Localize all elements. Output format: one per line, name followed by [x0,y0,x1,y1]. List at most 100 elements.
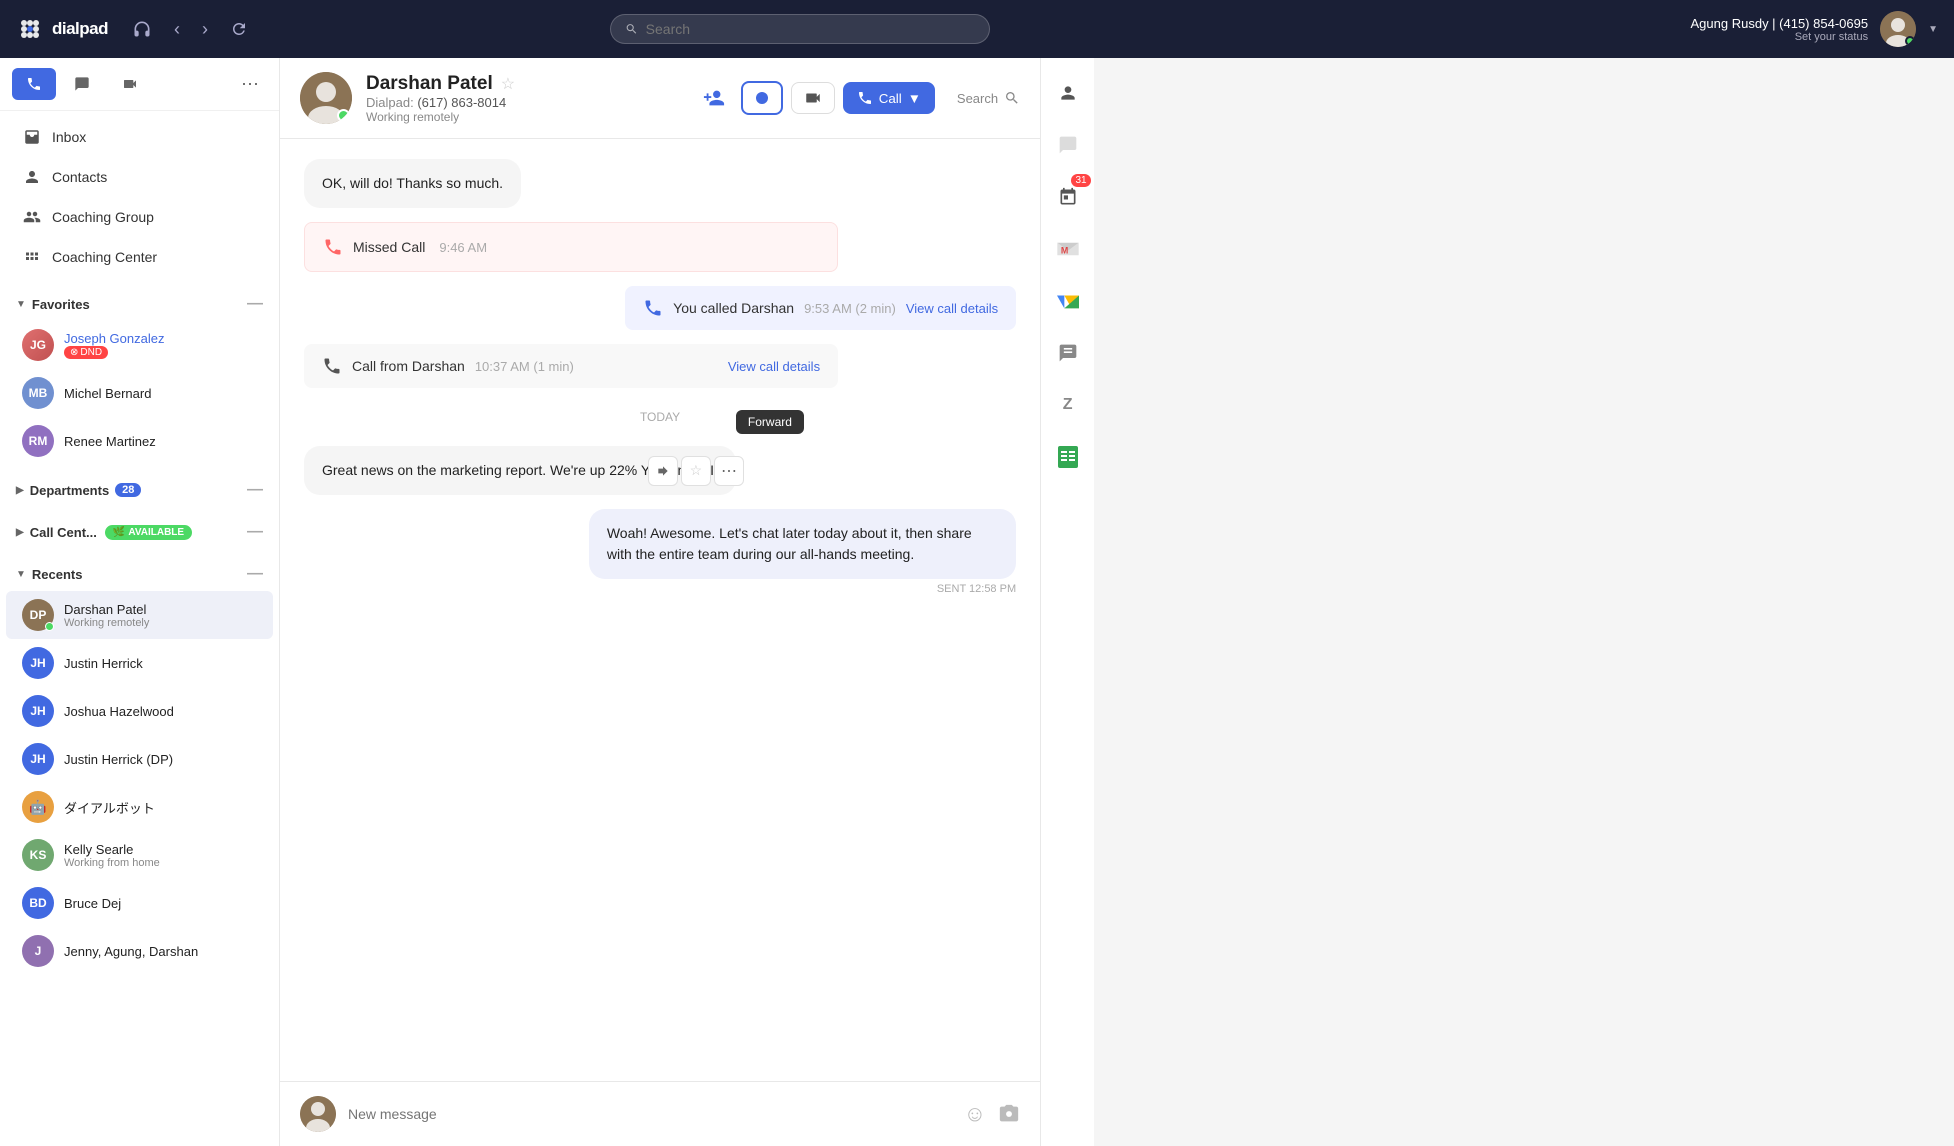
contacts-label: Contacts [52,169,107,185]
headphones-button[interactable] [126,13,158,45]
recents-minus-icon[interactable]: — [247,565,263,582]
tab-video[interactable] [108,68,152,100]
call-center-minus-icon[interactable]: — [247,523,263,541]
contacts-icon [22,167,42,187]
contact-renee-martinez[interactable]: RM Renee Martinez [6,417,273,465]
message-input[interactable] [348,1106,952,1122]
recent-dialbot[interactable]: 🤖 ダイアルボット [6,783,273,831]
recent-name-darshan: Darshan Patel [64,602,257,617]
right-sidebar: 31 M Z [1040,58,1094,1146]
chat-contact-name: Darshan Patel [366,73,493,95]
chat-contact-status: Working remotely [366,110,681,124]
search-icon [625,22,638,36]
avatar-justin-dp: JH [22,743,54,775]
avatar-justin-h: JH [22,647,54,679]
search-bar[interactable] [610,14,990,44]
inbox-icon [22,127,42,147]
recent-jenny-agung-darshan[interactable]: J Jenny, Agung, Darshan [6,927,273,975]
recent-kelly-searle[interactable]: KS Kelly Searle Working from home [6,831,273,879]
view-call-details-out[interactable]: View call details [906,301,998,316]
logo-text: dialpad [52,19,108,39]
call-out-label: You called Darshan [673,300,794,316]
contact-name-renee: Renee Martinez [64,434,257,449]
call-in-label: Call from Darshan [352,358,465,374]
rs-drive-button[interactable] [1049,282,1087,320]
rs-bubble-button[interactable] [1049,126,1087,164]
more-options-button[interactable]: ⋯ [233,70,267,99]
avatar-darshan: DP [22,599,54,631]
record-button[interactable] [741,81,783,115]
video-call-button[interactable] [791,82,835,114]
rs-calendar-button-wrap[interactable]: 31 [1049,178,1087,216]
recent-justin-herrick[interactable]: JH Justin Herrick [6,639,273,687]
chat-contact-avatar [300,72,352,124]
recent-name-jenny: Jenny, Agung, Darshan [64,944,257,959]
contact-michel-bernard[interactable]: MB Michel Bernard [6,369,273,417]
coaching-center-label: Coaching Center [52,249,157,265]
more-message-options-button[interactable]: ⋯ [714,456,744,486]
recent-darshan-patel[interactable]: DP Darshan Patel Working remotely [6,591,273,639]
call-button[interactable]: Call ▼ [843,82,935,114]
rs-zendesk-button[interactable]: Z [1049,386,1087,424]
recents-section-header[interactable]: ▼ Recents — [0,557,279,591]
tab-chat[interactable] [60,68,104,100]
departments-minus-icon[interactable]: — [247,481,263,499]
forward-message-button[interactable] [648,456,678,486]
message-ok-will-do: OK, will do! Thanks so much. [304,159,521,208]
recent-joshua-hazelwood[interactable]: JH Joshua Hazelwood [6,687,273,735]
call-in-icon [322,356,342,376]
recent-name-dialbot: ダイアルボット [64,798,257,817]
favorites-minus-icon[interactable]: — [247,295,263,313]
contact-name-joseph: Joseph Gonzalez [64,331,257,346]
rs-sheets-button[interactable] [1049,438,1087,476]
nav-item-inbox[interactable]: Inbox [6,117,273,157]
rs-person-button[interactable] [1049,74,1087,112]
favorites-section-header[interactable]: ▼ Favorites — [0,287,279,321]
contact-joseph-gonzalez[interactable]: JG Joseph Gonzalez ⊗DND [6,321,273,369]
call-center-section-header[interactable]: ▶ Call Cent... 🌿AVAILABLE — [0,515,279,549]
forward-button[interactable]: › [196,13,214,46]
tab-phone[interactable] [12,68,56,100]
chat-search-action[interactable]: Search [957,90,1020,106]
emoji-button[interactable]: ☺ [964,1101,986,1127]
coaching-center-icon [22,247,42,267]
nav-item-coaching-center[interactable]: Coaching Center [6,237,273,277]
recent-bruce-dej[interactable]: BD Bruce Dej [6,879,273,927]
coaching-group-icon [22,207,42,227]
messages-area: OK, will do! Thanks so much. Missed Call… [280,139,1040,1081]
search-input[interactable] [646,21,975,37]
avatar-joshua: JH [22,695,54,727]
main-chat: Darshan Patel ☆ Dialpad: (617) 863-8014 … [280,58,1040,1146]
refresh-button[interactable] [224,14,254,44]
avatar-bruce: BD [22,887,54,919]
rs-chat-button[interactable] [1049,334,1087,372]
departments-label: Departments [30,483,109,498]
recent-name-justin: Justin Herrick [64,656,257,671]
call-button-label: Call [879,91,902,106]
departments-badge: 28 [115,483,141,497]
calendar-badge: 31 [1071,174,1090,187]
nav-item-contacts[interactable]: Contacts [6,157,273,197]
back-button[interactable]: ‹ [168,13,186,46]
available-badge: 🌿AVAILABLE [105,525,192,540]
user-dropdown-arrow[interactable]: ▼ [1928,24,1938,35]
chat-header-actions: Call ▼ [695,79,935,117]
view-call-details-in[interactable]: View call details [728,359,820,374]
missed-call-time: 9:46 AM [439,240,487,255]
recent-sub-darshan: Working remotely [64,617,257,629]
rs-gmail-button[interactable]: M [1049,230,1087,268]
departments-section-header[interactable]: ▶ Departments 28 — [0,473,279,507]
star-message-button[interactable]: ☆ [681,456,711,486]
recent-justin-herrick-dp[interactable]: JH Justin Herrick (DP) [6,735,273,783]
camera-button[interactable] [998,1103,1020,1125]
add-person-button[interactable] [695,79,733,117]
star-icon[interactable]: ☆ [501,74,515,94]
avatar-renee: RM [22,425,54,457]
favorites-chevron: ▼ [16,299,26,310]
sidebar: ⋯ Inbox Contacts Coaching Group [0,58,280,1146]
user-status[interactable]: Set your status [1691,31,1869,43]
avatar-kelly: KS [22,839,54,871]
nav-item-coaching-group[interactable]: Coaching Group [6,197,273,237]
recent-name-kelly: Kelly Searle [64,842,257,857]
user-name: Agung Rusdy | (415) 854-0695 [1691,16,1869,31]
